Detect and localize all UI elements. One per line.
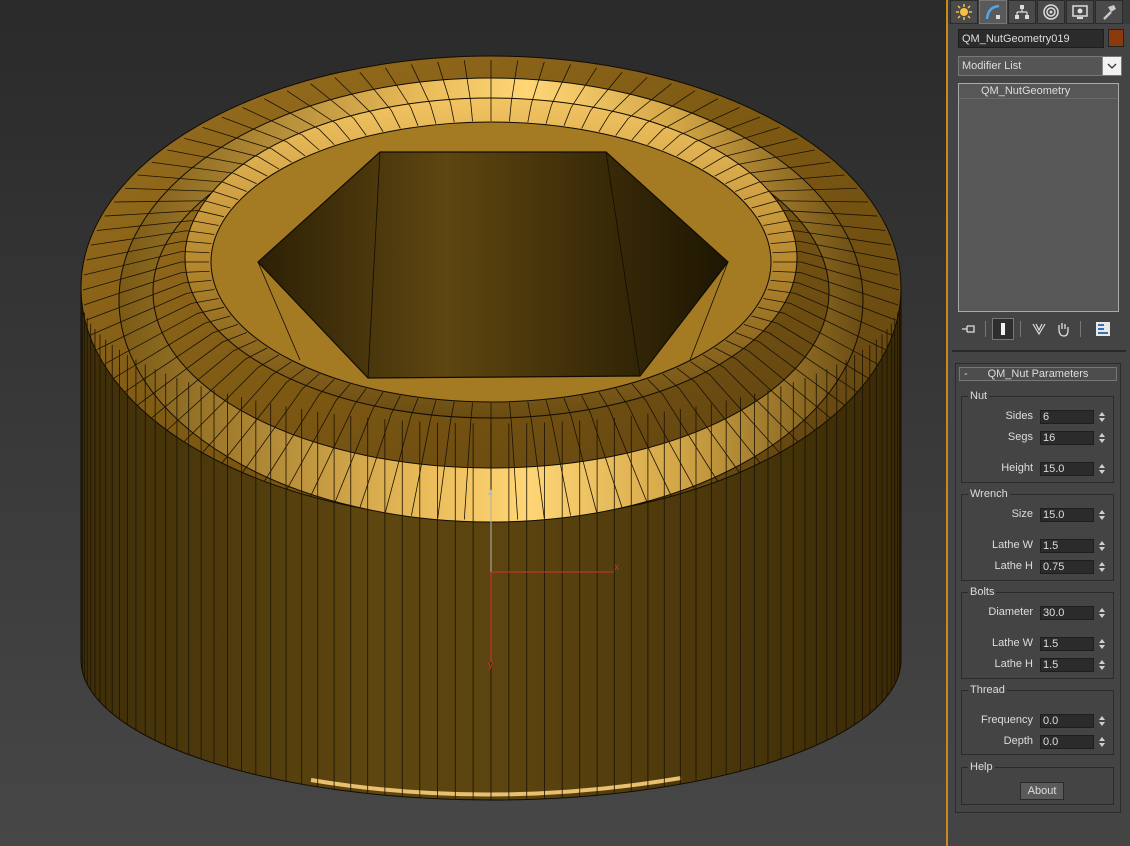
x-axis-label: x (614, 562, 619, 573)
sides-value[interactable]: 6 (1040, 410, 1094, 424)
wrench-lathe-w-spinner[interactable]: 1.5 (1040, 539, 1106, 553)
motion-tab-icon (1043, 4, 1059, 20)
bolts-lathe-h-spinner[interactable]: 1.5 (1040, 658, 1106, 672)
wrench-lathe-h-spinner[interactable]: 0.75 (1040, 560, 1106, 574)
command-panel: Modifier List QM_NutGeometry - QM_Nut (948, 0, 1130, 846)
modifier-stack-toolbar (958, 318, 1122, 340)
display-tab[interactable] (1066, 0, 1094, 24)
spinner-arrows-icon[interactable] (1097, 735, 1106, 749)
frequency-value[interactable]: 0.0 (1040, 714, 1094, 728)
y-axis-label: y (488, 660, 493, 671)
show-end-result-icon (1001, 323, 1005, 335)
wrench-group: Wrench Size 15.0 Lathe W 1.5 Lathe H 0.7… (961, 488, 1114, 581)
hierarchy-tab-icon (1015, 5, 1029, 19)
spinner-arrows-icon[interactable] (1097, 606, 1106, 620)
modifier-stack[interactable]: QM_NutGeometry (958, 83, 1119, 312)
display-tab-icon (1072, 5, 1088, 19)
stack-item-qm-nutgeometry[interactable]: QM_NutGeometry (959, 84, 1118, 99)
help-group-title: Help (968, 761, 995, 773)
segs-value[interactable]: 16 (1040, 431, 1094, 445)
configure-modifier-sets-button[interactable] (1092, 318, 1114, 340)
thread-group-title: Thread (968, 684, 1007, 696)
create-tab-icon (956, 4, 972, 20)
wrench-lathe-h-value[interactable]: 0.75 (1040, 560, 1094, 574)
rollout-title: QM_Nut Parameters (987, 368, 1089, 380)
depth-label: Depth (1003, 735, 1033, 747)
size-value[interactable]: 15.0 (1040, 508, 1094, 522)
frequency-spinner[interactable]: 0.0 (1040, 714, 1106, 728)
help-group: Help About (961, 761, 1114, 805)
modifier-list-label: Modifier List (962, 60, 1022, 72)
z-axis-label: z (488, 487, 493, 498)
remove-modifier-button[interactable] (1052, 318, 1074, 340)
height-value[interactable]: 15.0 (1040, 462, 1094, 476)
bolts-lathe-w-spinner[interactable]: 1.5 (1040, 637, 1106, 651)
motion-tab[interactable] (1037, 0, 1065, 24)
bolts-group-title: Bolts (968, 586, 997, 598)
panel-divider (952, 350, 1126, 352)
object-color-swatch[interactable] (1108, 29, 1124, 47)
make-unique-icon (1032, 323, 1046, 336)
rollout-header[interactable]: - QM_Nut Parameters (959, 367, 1117, 381)
wrench-lathe-w-label: Lathe W (992, 539, 1033, 551)
sides-label: Sides (1005, 410, 1033, 422)
bolts-group: Bolts Diameter 30.0 Lathe W 1.5 Lathe H … (961, 586, 1114, 679)
make-unique-button[interactable] (1028, 318, 1050, 340)
utilities-tab[interactable] (1095, 0, 1123, 24)
size-label: Size (1011, 508, 1033, 520)
thread-group: Thread Frequency 0.0 Depth 0.0 (961, 684, 1114, 755)
frequency-label: Frequency (981, 714, 1033, 726)
spinner-arrows-icon[interactable] (1097, 410, 1106, 424)
hierarchy-tab[interactable] (1008, 0, 1036, 24)
spinner-arrows-icon[interactable] (1097, 714, 1106, 728)
qm-nut-parameters-rollout: - QM_Nut Parameters Nut Sides 6 Segs 16 … (955, 363, 1121, 813)
spinner-arrows-icon[interactable] (1097, 637, 1106, 651)
size-spinner[interactable]: 15.0 (1040, 508, 1106, 522)
pin-stack-button[interactable] (958, 318, 980, 340)
spinner-arrows-icon[interactable] (1097, 539, 1106, 553)
create-tab[interactable] (950, 0, 978, 24)
height-label: Height (1001, 462, 1033, 474)
diameter-value[interactable]: 30.0 (1040, 606, 1094, 620)
show-end-result-button[interactable] (992, 318, 1014, 340)
configure-modifier-sets-icon (1096, 322, 1110, 336)
spinner-arrows-icon[interactable] (1097, 658, 1106, 672)
remove-modifier-icon (1058, 323, 1069, 337)
bolts-lathe-h-value[interactable]: 1.5 (1040, 658, 1094, 672)
spinner-arrows-icon[interactable] (1097, 560, 1106, 574)
wrench-group-title: Wrench (968, 488, 1010, 500)
segs-label: Segs (1007, 431, 1033, 443)
spinner-arrows-icon[interactable] (1097, 431, 1106, 445)
height-spinner[interactable]: 15.0 (1040, 462, 1106, 476)
spinner-arrows-icon[interactable] (1097, 508, 1106, 522)
perspective-viewport[interactable]: x y z (0, 0, 946, 846)
modifier-list-dropdown[interactable]: Modifier List (958, 56, 1122, 76)
bolts-lathe-h-label: Lathe H (994, 658, 1033, 670)
nut-group: Nut Sides 6 Segs 16 Height 15.0 (961, 390, 1114, 483)
utilities-tab-icon (1103, 5, 1116, 20)
depth-spinner[interactable]: 0.0 (1040, 735, 1106, 749)
nut-geometry-render[interactable]: x y z (0, 0, 946, 846)
wrench-lathe-h-label: Lathe H (994, 560, 1033, 572)
object-name-input[interactable] (958, 29, 1104, 48)
sides-spinner[interactable]: 6 (1040, 410, 1106, 424)
chevron-down-icon[interactable] (1102, 57, 1121, 75)
modify-tab[interactable] (979, 0, 1007, 24)
diameter-spinner[interactable]: 30.0 (1040, 606, 1106, 620)
wrench-lathe-w-value[interactable]: 1.5 (1040, 539, 1094, 553)
command-panel-tabs (948, 0, 1130, 24)
modify-tab-icon (985, 4, 1000, 20)
depth-value[interactable]: 0.0 (1040, 735, 1094, 749)
nut-group-title: Nut (968, 390, 990, 402)
bolts-lathe-w-value[interactable]: 1.5 (1040, 637, 1094, 651)
bolts-lathe-w-label: Lathe W (992, 637, 1033, 649)
diameter-label: Diameter (988, 606, 1033, 618)
about-button[interactable]: About (1020, 782, 1064, 800)
spinner-arrows-icon[interactable] (1097, 462, 1106, 476)
segs-spinner[interactable]: 16 (1040, 431, 1106, 445)
pin-stack-icon (962, 325, 975, 333)
